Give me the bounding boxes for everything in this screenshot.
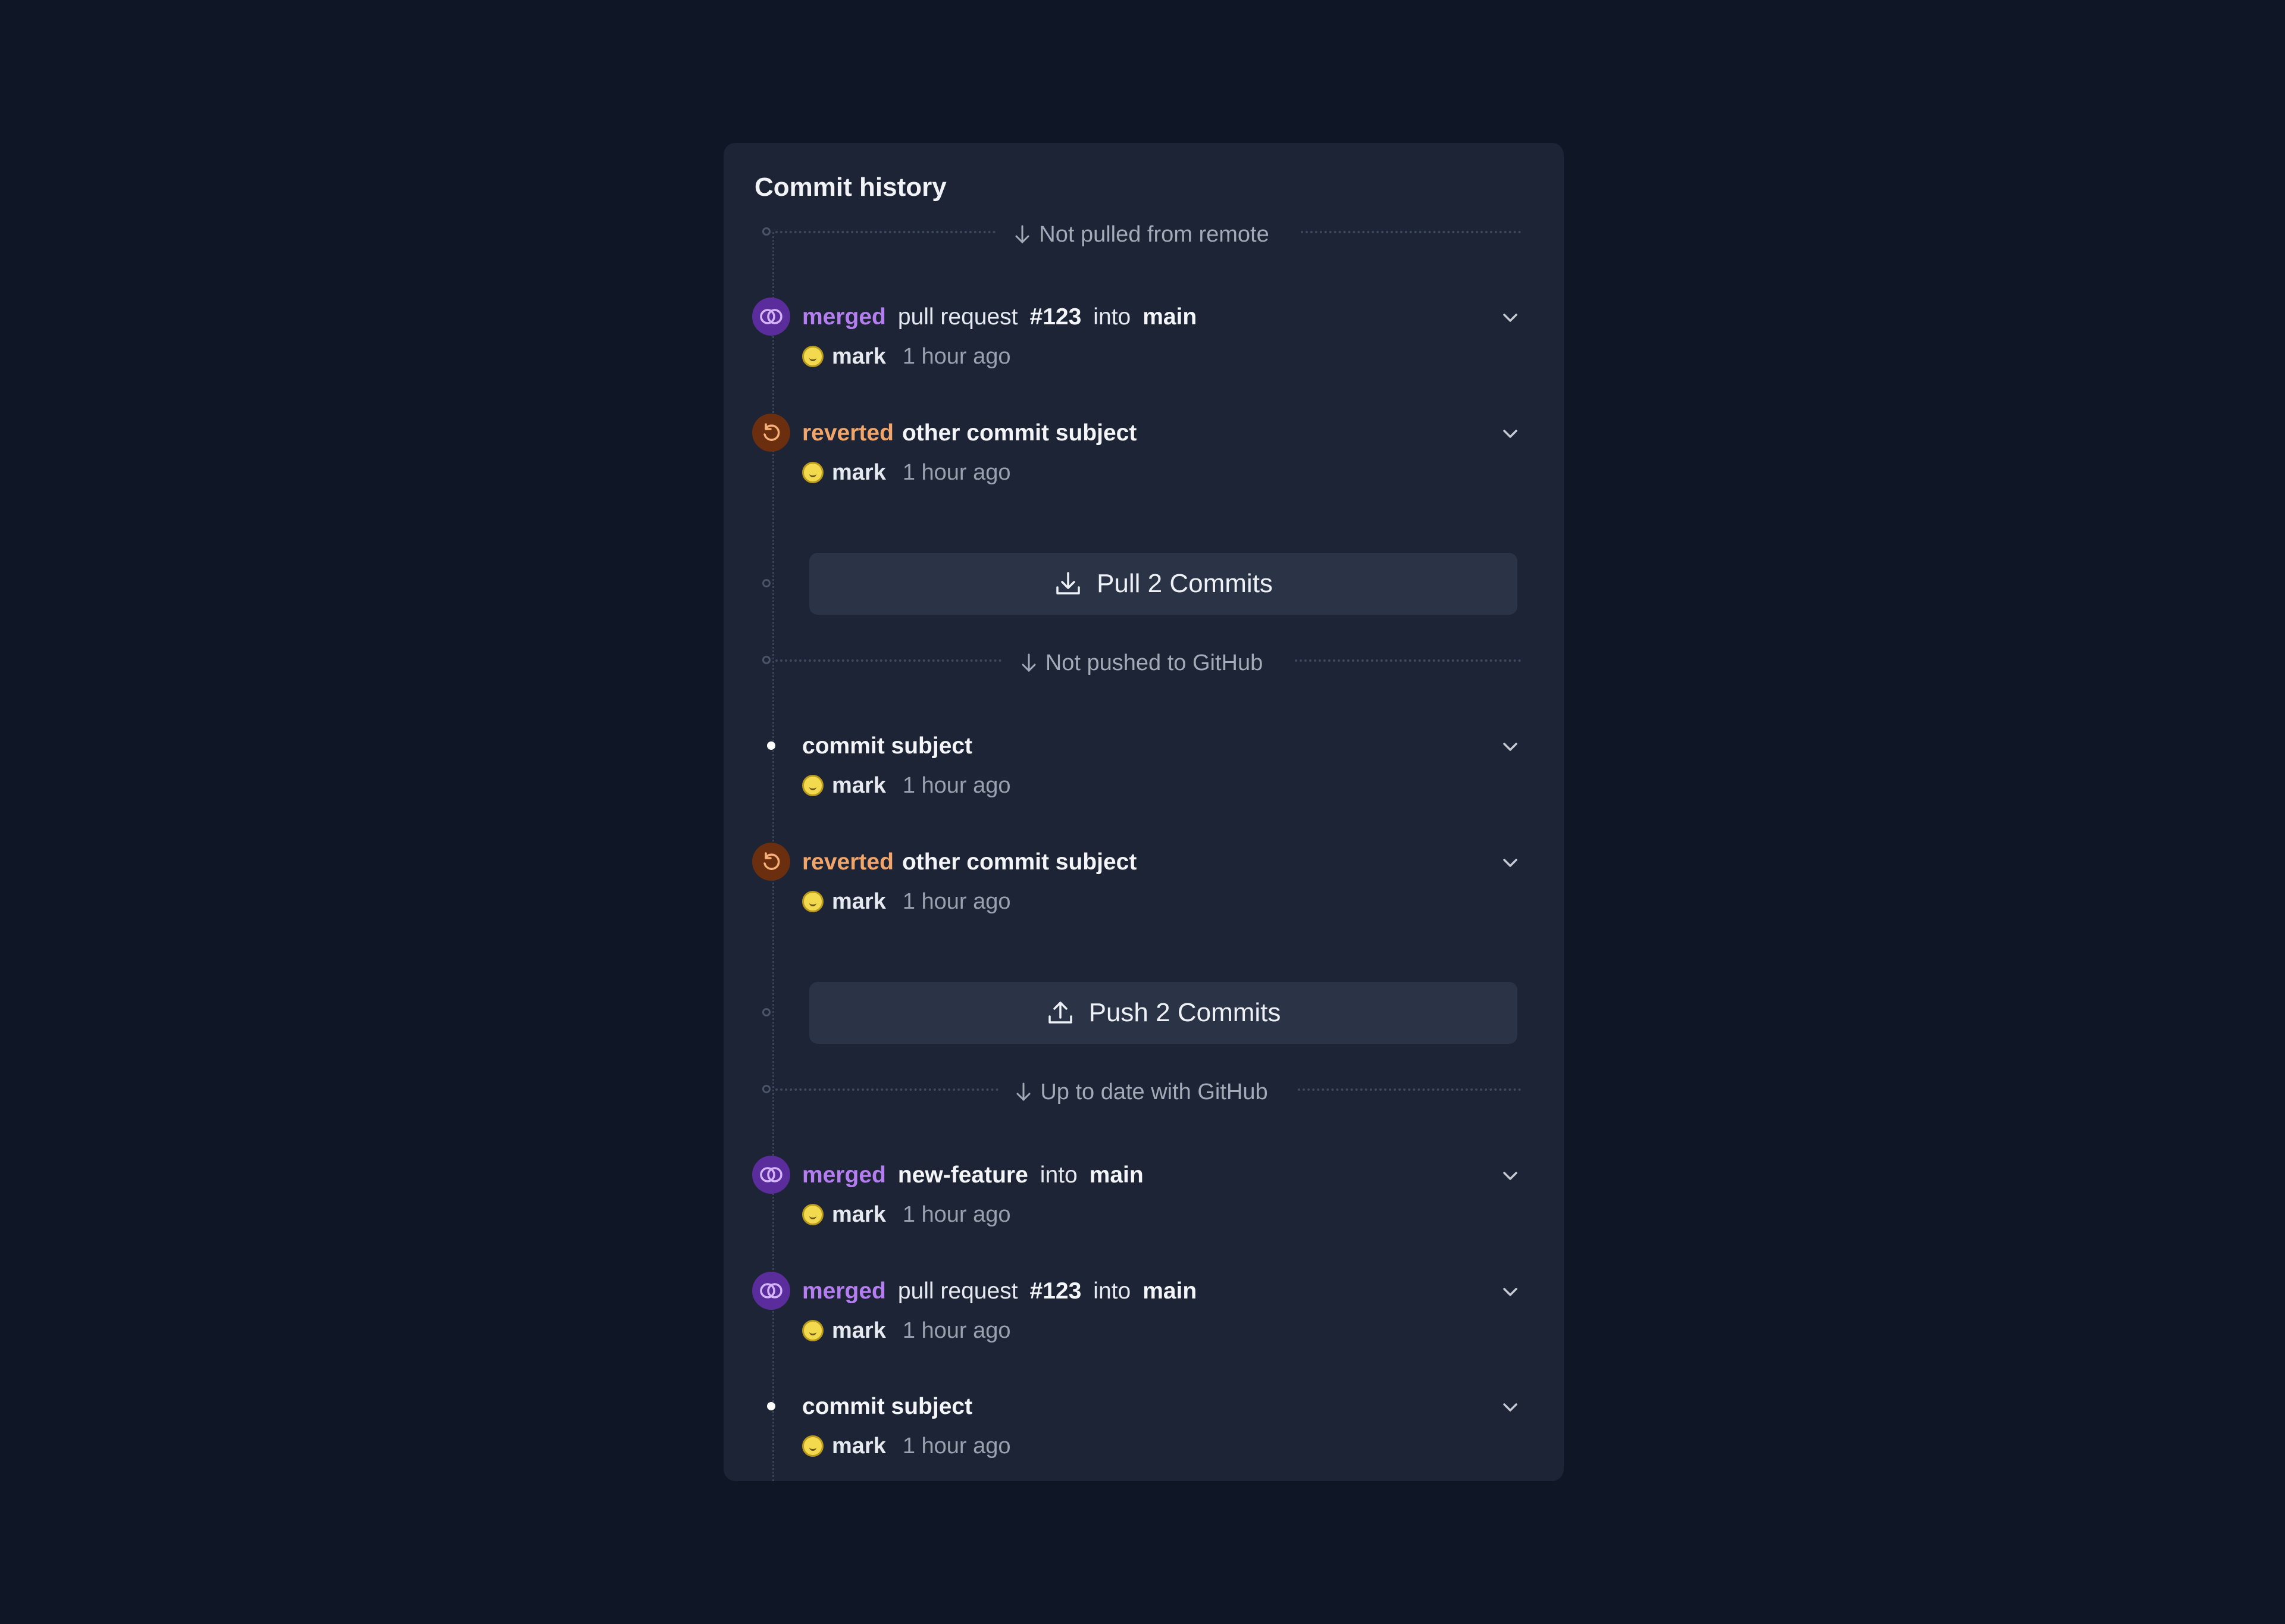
branch-name: main <box>1142 304 1197 330</box>
commit-message: reverted other commit subject <box>802 418 1137 448</box>
commit-author: mark <box>832 773 886 798</box>
commit-text: other commit subject <box>902 849 1137 875</box>
avatar <box>802 462 824 483</box>
branch-name: main <box>1142 1278 1197 1304</box>
commit-author: mark <box>832 1202 886 1227</box>
commit-keyword: merged <box>802 1278 886 1304</box>
chevron-down-icon[interactable] <box>1498 1164 1522 1188</box>
divider-not-pushed: Not pushed to GitHub <box>762 649 1521 677</box>
arrow-down-icon <box>1015 225 1029 244</box>
divider-label: Up to date with GitHub <box>1040 1079 1268 1104</box>
commit-item[interactable]: merged new-feature into main mark 1 hour ag… <box>752 1156 1522 1239</box>
chevron-down-icon[interactable] <box>1498 1395 1522 1419</box>
avatar <box>802 1435 824 1457</box>
revert-icon <box>752 414 790 452</box>
divider-not-pulled: Not pulled from remote <box>762 220 1521 249</box>
avatar <box>802 1204 824 1225</box>
commit-author: mark <box>832 1318 886 1343</box>
commit-keyword: merged <box>802 304 886 330</box>
upload-icon <box>1048 1002 1072 1024</box>
commit-text: other commit subject <box>902 420 1137 446</box>
commit-time: 1 hour ago <box>902 1434 1011 1459</box>
branch-name: new-feature <box>897 1162 1028 1188</box>
commit-keyword: merged <box>802 1162 886 1188</box>
chevron-down-icon[interactable] <box>1498 851 1522 875</box>
commit-author: mark <box>832 889 886 914</box>
commit-meta: mark 1 hour ago <box>802 771 1011 800</box>
commit-item[interactable]: merged pull request #123 into main mark 1 ho… <box>752 298 1522 381</box>
pull-button-label: Pull 2 Commits <box>1097 569 1273 598</box>
pr-number: #123 <box>1029 1278 1082 1304</box>
commit-meta: mark 1 hour ago <box>802 1431 1011 1461</box>
branch-name: main <box>1089 1162 1144 1188</box>
merge-rings-icon <box>752 298 790 336</box>
commit-message: merged pull request #123 into main <box>802 1276 1197 1306</box>
commit-meta: mark 1 hour ago <box>802 342 1011 371</box>
commit-time: 1 hour ago <box>902 344 1011 369</box>
commit-message: commit subject <box>802 1392 972 1422</box>
timeline-node <box>762 1008 771 1016</box>
commit-text: pull request <box>897 1278 1018 1304</box>
push-button-label: Push 2 Commits <box>1088 998 1281 1027</box>
download-icon <box>1056 572 1080 594</box>
arrow-down-icon <box>1016 1082 1031 1102</box>
revert-icon <box>752 843 790 881</box>
commit-item[interactable]: reverted other commit subject mark 1 hour… <box>752 414 1522 497</box>
chevron-down-icon[interactable] <box>1498 735 1522 759</box>
commit-author: mark <box>832 1434 886 1459</box>
commit-author: mark <box>832 460 886 485</box>
commit-meta: mark 1 hour ago <box>802 1200 1011 1229</box>
divider-up-to-date: Up to date with GitHub <box>762 1078 1521 1106</box>
chevron-down-icon[interactable] <box>1498 306 1522 330</box>
pull-commits-button[interactable]: Pull 2 Commits <box>809 553 1517 615</box>
merge-rings-icon <box>752 1272 790 1310</box>
commit-time: 1 hour ago <box>902 1318 1011 1343</box>
commit-dot-icon <box>752 1387 790 1425</box>
timeline-node <box>762 579 771 587</box>
commit-author: mark <box>832 344 886 369</box>
commit-dot-icon <box>752 727 790 765</box>
commit-text: commit subject <box>802 1394 973 1419</box>
commit-text: commit subject <box>802 733 973 759</box>
commit-item[interactable]: merged pull request #123 into main mark 1 ho… <box>752 1272 1522 1355</box>
avatar <box>802 1320 824 1341</box>
commit-keyword: reverted <box>802 420 894 446</box>
divider-label: Not pulled from remote <box>1039 222 1269 247</box>
chevron-down-icon[interactable] <box>1498 1280 1522 1304</box>
push-commits-button[interactable]: Push 2 Commits <box>809 982 1517 1044</box>
commit-item[interactable]: reverted other commit subject mark 1 hour… <box>752 843 1522 926</box>
pr-number: #123 <box>1029 304 1082 330</box>
commit-time: 1 hour ago <box>902 773 1011 798</box>
commit-time: 1 hour ago <box>902 1202 1011 1227</box>
avatar <box>802 891 824 912</box>
chevron-down-icon[interactable] <box>1498 422 1522 446</box>
commit-item[interactable]: commit subject mark 1 hour ago <box>752 727 1522 810</box>
commit-message: merged new-feature into main <box>802 1160 1144 1190</box>
commit-text: into <box>1040 1162 1078 1188</box>
commit-message: commit subject <box>802 731 972 761</box>
commit-message: merged pull request #123 into main <box>802 302 1197 332</box>
commit-time: 1 hour ago <box>902 460 1011 485</box>
commit-time: 1 hour ago <box>902 889 1011 914</box>
pull-row: Pull 2 Commits <box>762 553 1517 615</box>
commit-meta: mark 1 hour ago <box>802 458 1011 487</box>
avatar <box>802 346 824 367</box>
commit-keyword: reverted <box>802 849 894 875</box>
divider-label: Not pushed to GitHub <box>1045 650 1263 675</box>
push-row: Push 2 Commits <box>762 982 1517 1044</box>
commit-meta: mark 1 hour ago <box>802 1316 1011 1345</box>
merge-rings-icon <box>752 1156 790 1194</box>
commit-item[interactable]: commit subject mark 1 hour ago <box>752 1387 1522 1470</box>
commit-text: into <box>1093 1278 1131 1304</box>
panel-title: Commit history <box>755 173 947 202</box>
commit-history-panel: Commit history Not pulled from remote me… <box>724 143 1564 1481</box>
arrow-down-icon <box>1022 653 1036 672</box>
commit-message: reverted other commit subject <box>802 847 1137 877</box>
avatar <box>802 775 824 796</box>
commit-meta: mark 1 hour ago <box>802 887 1011 916</box>
commit-text: pull request <box>897 304 1018 330</box>
commit-text: into <box>1093 304 1131 330</box>
